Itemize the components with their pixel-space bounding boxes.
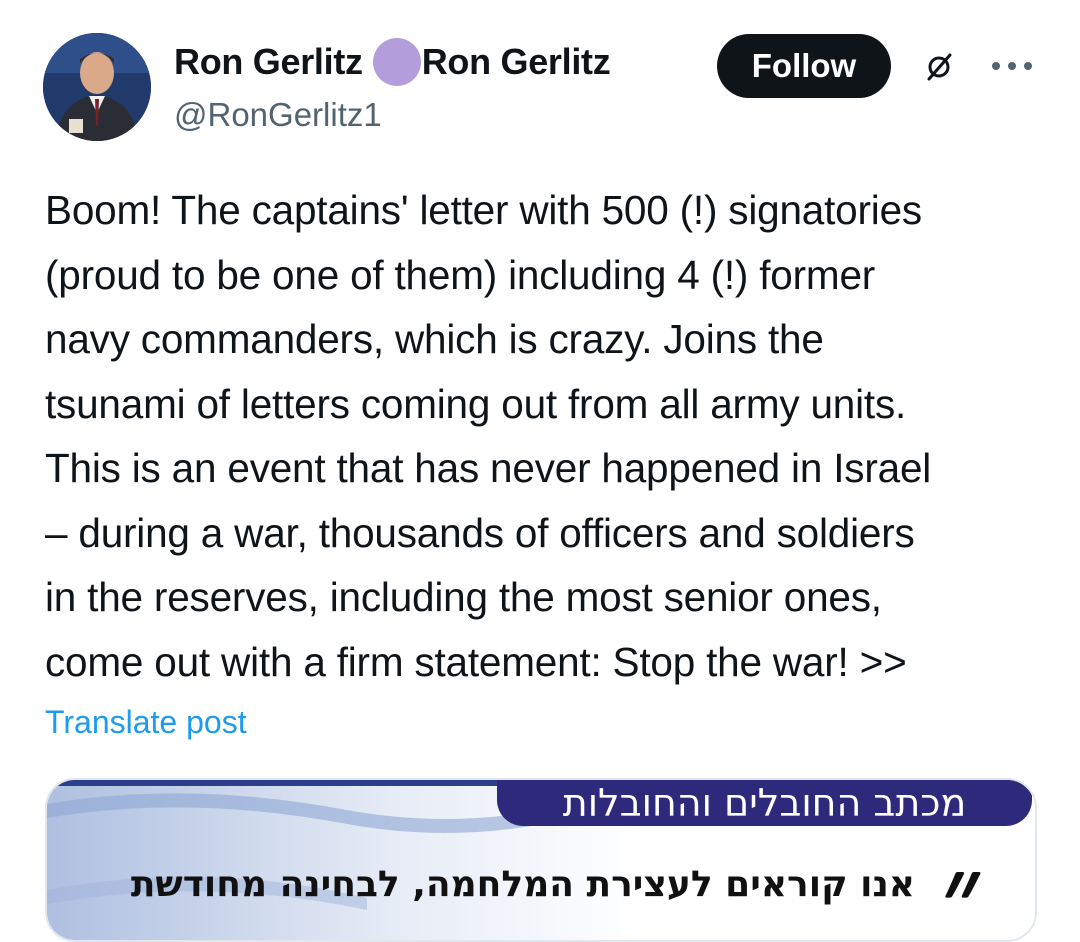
tweet-line: come out with a firm statement: Stop the…: [45, 638, 907, 685]
user-handle[interactable]: @RonGerlitz1: [174, 96, 382, 134]
avatar-image: [43, 33, 151, 141]
tweet-line: in the reserves, including the most seni…: [45, 574, 882, 620]
more-dots-icon[interactable]: [990, 56, 1034, 76]
avatar[interactable]: [43, 33, 151, 141]
follow-button[interactable]: Follow: [717, 34, 891, 98]
name-row: Ron Gerlitz Ron Gerlitz: [174, 38, 611, 86]
tweet-line: This is an event that has never happened…: [45, 445, 932, 491]
media-title: מכתב החובלים והחובלות: [497, 780, 1032, 826]
tweet-body: Boom! The captains' letter with 500 (!) …: [45, 178, 1055, 694]
tweet-line: tsunami of letters coming out from all a…: [45, 380, 907, 427]
display-name[interactable]: Ron Gerlitz: [174, 41, 363, 83]
tweet-line: – during a war, thousands of officers an…: [45, 509, 915, 556]
media-subtitle: אנו קוראים לעצירת המלחמה, לבחינה מחודשת: [130, 864, 915, 905]
translate-post-link[interactable]: Translate post: [45, 704, 247, 741]
quote-mark: ״: [942, 830, 984, 942]
tweet-line: navy commanders, which is crazy. Joins t…: [45, 316, 824, 362]
grok-slash-icon[interactable]: [924, 52, 954, 82]
tweet-header: Ron Gerlitz Ron Gerlitz @RonGerlitz1 Fol…: [0, 0, 1080, 150]
tweet-line: (proud to be one of them) including 4 (!…: [45, 251, 876, 298]
display-name-suffix: Ron Gerlitz: [421, 41, 611, 82]
media-attachment[interactable]: מכתב החובלים והחובלות אנו קוראים לעצירת …: [45, 778, 1037, 942]
purple-circle-icon: [372, 38, 421, 86]
tweet-line: Boom! The captains' letter with 500 (!) …: [45, 187, 922, 233]
